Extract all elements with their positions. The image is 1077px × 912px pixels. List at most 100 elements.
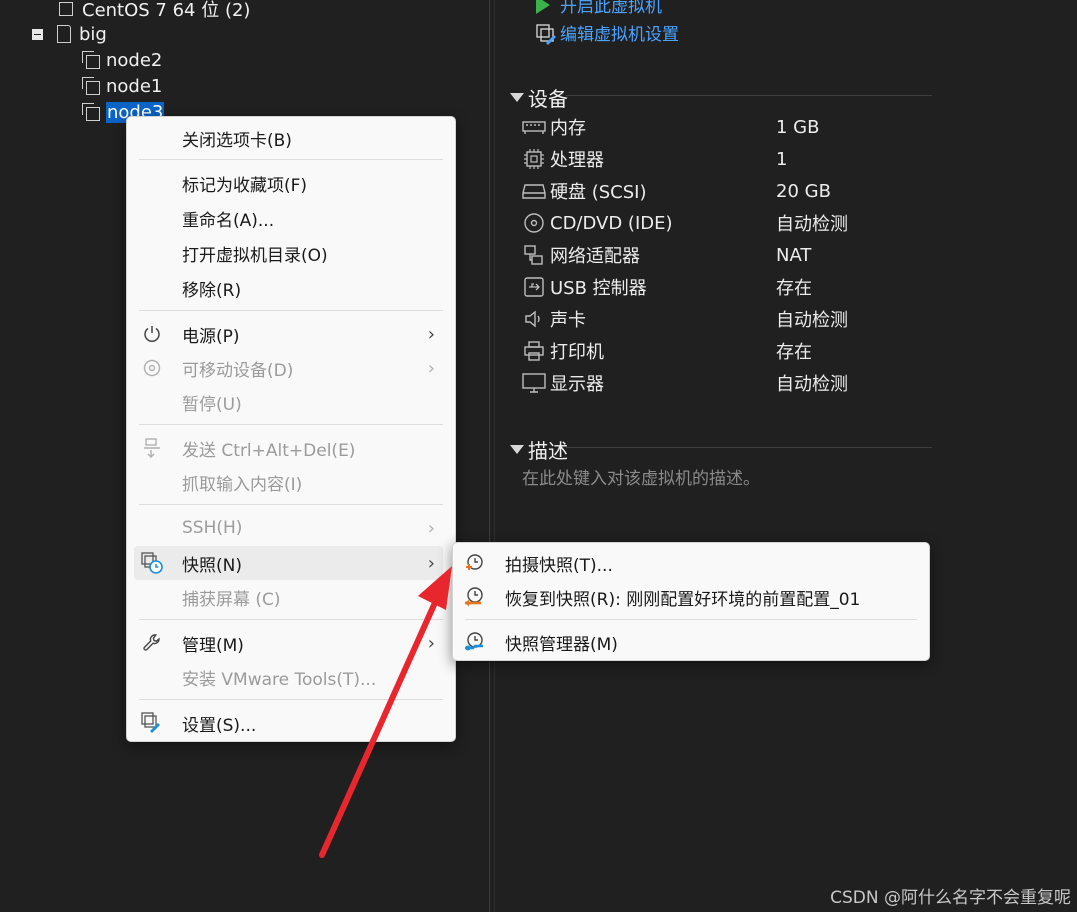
tree-item-node2[interactable]: node2 bbox=[82, 48, 162, 72]
device-value: NAT bbox=[776, 244, 812, 266]
wrench-icon bbox=[141, 632, 163, 654]
vm-icon bbox=[82, 51, 100, 69]
devices-section-header[interactable]: 设备 bbox=[510, 83, 568, 112]
printer-icon bbox=[522, 341, 546, 361]
collapse-triangle-icon bbox=[510, 445, 524, 454]
menu-item-settings[interactable]: 设置(S)... bbox=[127, 706, 455, 740]
tree-item-label: CentOS 7 64 位 (2) bbox=[82, 0, 251, 21]
menu-item-manage[interactable]: 管理(M) › bbox=[127, 626, 455, 660]
edit-vm-settings-link[interactable]: 编辑虚拟机设置 bbox=[536, 20, 679, 45]
menu-item-mark-favorite[interactable]: 标记为收藏项(F) bbox=[127, 166, 455, 200]
description-section-header[interactable]: 描述 bbox=[510, 435, 568, 464]
menu-item-label: 移除(R) bbox=[182, 280, 242, 301]
menu-item-label: 快照管理器(M) bbox=[505, 634, 618, 655]
submenu-item-revert-snapshot[interactable]: 恢复到快照(R): 刚刚配置好环境的前置配置_01 bbox=[453, 580, 929, 614]
device-name: CD/DVD (IDE) bbox=[550, 212, 673, 234]
device-name: 硬盘 (SCSI) bbox=[550, 182, 647, 203]
menu-item-label: 抓取输入内容(I) bbox=[182, 474, 303, 495]
snapshot-icon bbox=[141, 552, 163, 574]
menu-item-label: 恢复到快照(R): 刚刚配置好环境的前置配置_01 bbox=[505, 589, 861, 610]
device-row-sound[interactable]: 声卡 自动检测 bbox=[522, 304, 942, 334]
chevron-right-icon: › bbox=[427, 552, 435, 574]
device-row-cpu[interactable]: 处理器 1 bbox=[522, 144, 942, 174]
cpu-icon bbox=[522, 149, 546, 169]
play-icon bbox=[536, 0, 550, 14]
device-value: 自动检测 bbox=[776, 310, 848, 331]
usb-icon bbox=[522, 277, 546, 297]
menu-item-power[interactable]: 电源(P) › bbox=[127, 317, 455, 351]
submenu-item-snapshot-manager[interactable]: 快照管理器(M) bbox=[453, 625, 929, 659]
tree-item-big-folder[interactable]: big bbox=[32, 22, 107, 46]
revert-snapshot-icon bbox=[463, 586, 485, 608]
menu-separator bbox=[139, 159, 443, 160]
menu-item-label: 设置(S)... bbox=[182, 715, 257, 736]
menu-item-open-vm-directory[interactable]: 打开虚拟机目录(O) bbox=[127, 236, 455, 270]
device-row-display[interactable]: 显示器 自动检测 bbox=[522, 368, 942, 398]
device-name: 处理器 bbox=[550, 150, 604, 171]
menu-separator bbox=[465, 619, 917, 620]
chevron-right-icon: › bbox=[427, 323, 435, 345]
menu-item-remove[interactable]: 移除(R) bbox=[127, 271, 455, 305]
devices-title: 设备 bbox=[528, 87, 568, 111]
take-snapshot-icon bbox=[463, 552, 485, 574]
menu-item-close-tab[interactable]: 关闭选项卡(B) bbox=[127, 121, 455, 155]
device-name: 声卡 bbox=[550, 310, 586, 331]
menu-separator bbox=[139, 619, 443, 620]
menu-item-capture-screen: 捕获屏幕 (C) bbox=[127, 580, 455, 614]
pane-divider[interactable] bbox=[489, 0, 490, 912]
power-on-label: 开启此虚拟机 bbox=[560, 0, 662, 17]
description-placeholder[interactable]: 在此处键入对该虚拟机的描述。 bbox=[522, 464, 760, 489]
device-value: 自动检测 bbox=[776, 214, 848, 235]
menu-item-rename[interactable]: 重命名(A)... bbox=[127, 201, 455, 235]
tree-item-centos[interactable]: CentOS 7 64 位 (2) bbox=[58, 0, 250, 21]
description-title: 描述 bbox=[528, 439, 568, 463]
memory-icon bbox=[522, 117, 546, 137]
send-keys-icon bbox=[141, 437, 163, 459]
device-row-printer[interactable]: 打印机 存在 bbox=[522, 336, 942, 366]
snapshot-manager-icon bbox=[463, 631, 485, 653]
collapse-triangle-icon bbox=[510, 93, 524, 102]
vm-icon bbox=[82, 77, 100, 95]
removable-device-icon bbox=[141, 357, 163, 379]
pane-divider-inner bbox=[494, 0, 495, 912]
monitor-icon bbox=[522, 373, 546, 393]
collapse-toggle-icon[interactable] bbox=[32, 28, 43, 40]
menu-item-removable-devices: 可移动设备(D) › bbox=[127, 351, 455, 385]
cd-dvd-icon bbox=[522, 213, 546, 233]
menu-separator bbox=[139, 424, 443, 425]
hard-disk-icon bbox=[522, 181, 546, 201]
device-row-usb[interactable]: USB 控制器 存在 bbox=[522, 272, 942, 302]
menu-item-install-vmware-tools: 安装 VMware Tools(T)... bbox=[127, 660, 455, 694]
device-name: 内存 bbox=[550, 118, 586, 139]
menu-separator bbox=[139, 504, 443, 505]
vm-icon bbox=[82, 103, 100, 121]
menu-item-label: 发送 Ctrl+Alt+Del(E) bbox=[182, 440, 356, 461]
device-row-memory[interactable]: 内存 1 GB bbox=[522, 112, 942, 142]
speaker-icon bbox=[522, 309, 546, 329]
device-row-network[interactable]: 网络适配器 NAT bbox=[522, 240, 942, 270]
chevron-right-icon: › bbox=[427, 357, 435, 379]
section-divider bbox=[566, 95, 932, 96]
menu-separator bbox=[139, 310, 443, 311]
menu-item-ssh: SSH(H) › bbox=[127, 511, 455, 545]
chevron-right-icon: › bbox=[427, 517, 435, 539]
menu-item-pause: 暂停(U) bbox=[127, 385, 455, 419]
device-row-hard-disk[interactable]: 硬盘 (SCSI) 20 GB bbox=[522, 176, 942, 206]
menu-item-snapshot[interactable]: 快照(N) › bbox=[134, 546, 443, 580]
vm-settings-icon bbox=[141, 712, 163, 734]
menu-item-label: 标记为收藏项(F) bbox=[182, 175, 308, 196]
device-name: 网络适配器 bbox=[550, 246, 640, 267]
menu-item-label: 重命名(A)... bbox=[182, 210, 275, 231]
section-divider bbox=[566, 447, 932, 448]
submenu-item-take-snapshot[interactable]: 拍摄快照(T)... bbox=[453, 546, 929, 580]
power-on-vm-link[interactable]: 开启此虚拟机 bbox=[536, 0, 662, 17]
menu-item-label: 电源(P) bbox=[182, 326, 240, 347]
menu-item-label: 关闭选项卡(B) bbox=[182, 130, 292, 151]
device-row-cd-dvd[interactable]: CD/DVD (IDE) 自动检测 bbox=[522, 208, 942, 238]
tree-item-node1[interactable]: node1 bbox=[82, 74, 162, 98]
menu-item-label: 可移动设备(D) bbox=[182, 360, 294, 381]
device-value: 1 bbox=[776, 148, 788, 170]
device-value: 存在 bbox=[776, 342, 812, 363]
menu-item-label: 管理(M) bbox=[182, 635, 244, 656]
device-value: 20 GB bbox=[776, 180, 831, 202]
